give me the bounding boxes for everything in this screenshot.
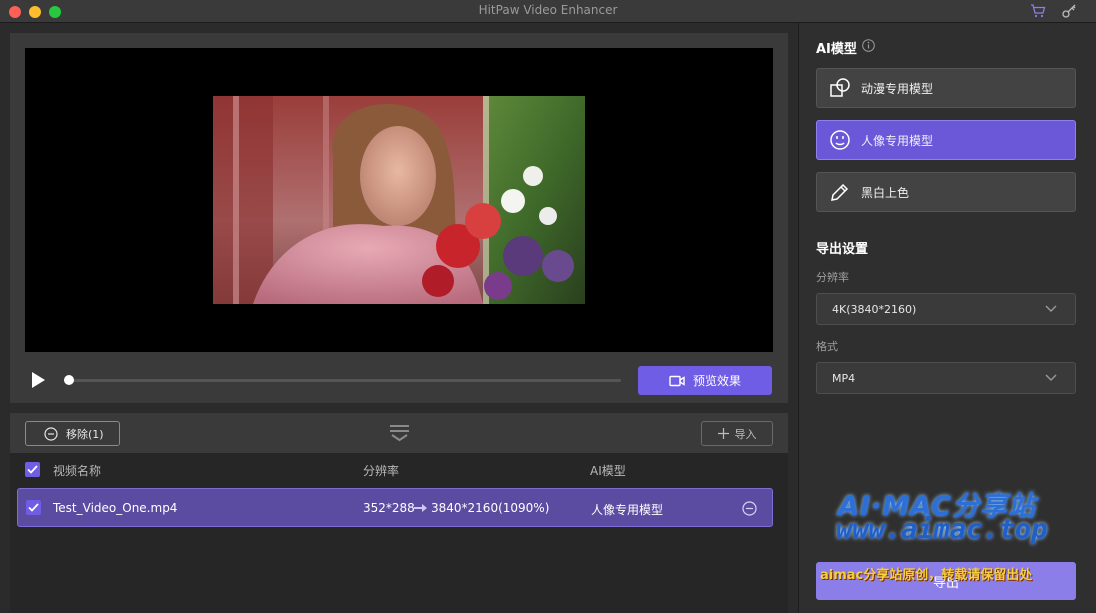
main-panel: 预览效果 移除(1) 导入 视频名称 分辨率 AI模型 Test_Video_O… xyxy=(0,23,798,613)
row-ai-model: 人像专用模型 xyxy=(591,503,664,517)
list-toolbar: 移除(1) 导入 xyxy=(10,413,788,453)
portrait-model-label: 人像专用模型 xyxy=(861,133,934,148)
chevron-down-icon xyxy=(1045,305,1057,312)
column-header-model: AI模型 xyxy=(590,464,626,478)
progress-handle[interactable] xyxy=(64,375,74,385)
import-label: 导入 xyxy=(734,427,757,441)
preview-panel: 预览效果 xyxy=(10,33,788,403)
preview-effect-button[interactable]: 预览效果 xyxy=(638,366,772,395)
row-checkbox[interactable] xyxy=(26,500,41,515)
resolution-label: 分辨率 xyxy=(816,271,849,284)
title-bar: HitPaw Video Enhancer xyxy=(0,0,1096,23)
portrait-model-button[interactable]: 人像专用模型 xyxy=(816,120,1076,160)
column-header-name: 视频名称 xyxy=(53,464,102,478)
video-frame-image xyxy=(213,96,585,304)
column-header-resolution: 分辨率 xyxy=(363,464,400,478)
info-icon[interactable] xyxy=(862,39,875,52)
target-resolution: 3840*2160(1090%) xyxy=(431,501,550,515)
window-title: HitPaw Video Enhancer xyxy=(478,3,618,17)
watermark-band: aimac分享站原创，转载请保留出处 xyxy=(820,568,1033,583)
remove-row-icon[interactable] xyxy=(742,501,757,516)
export-settings-title: 导出设置 xyxy=(816,242,869,257)
camera-icon xyxy=(669,375,685,386)
remove-button[interactable]: 移除(1) xyxy=(25,421,120,446)
remove-label: 移除(1) xyxy=(66,427,104,441)
plus-icon xyxy=(717,428,729,439)
source-resolution: 352*288 xyxy=(363,501,415,515)
anime-model-button[interactable]: 动漫专用模型 xyxy=(816,68,1076,108)
video-name: Test_Video_One.mp4 xyxy=(53,501,178,515)
colorize-icon xyxy=(831,183,849,201)
video-frame xyxy=(213,96,585,304)
check-icon xyxy=(28,503,39,512)
anime-model-icon xyxy=(830,78,850,97)
format-label: 格式 xyxy=(816,340,838,353)
preview-effect-label: 预览效果 xyxy=(692,374,741,388)
format-value: MP4 xyxy=(832,371,856,385)
video-viewport xyxy=(25,48,773,352)
watermark-url: www.aimac.top xyxy=(836,514,1048,545)
colorize-label: 黑白上色 xyxy=(861,185,910,200)
collapse-list-icon[interactable] xyxy=(389,424,410,442)
import-button[interactable]: 导入 xyxy=(701,421,773,446)
resolution-select[interactable]: 4K(3840*2160) xyxy=(816,293,1076,325)
ai-model-title: AI模型 xyxy=(816,42,857,57)
cart-icon[interactable] xyxy=(1030,3,1046,19)
key-icon[interactable] xyxy=(1061,3,1077,19)
chevron-down-icon xyxy=(1045,374,1057,381)
colorize-button[interactable]: 黑白上色 xyxy=(816,172,1076,212)
select-all-checkbox[interactable] xyxy=(25,462,40,477)
arrow-right-icon xyxy=(414,504,427,512)
format-select[interactable]: MP4 xyxy=(816,362,1076,394)
progress-track[interactable] xyxy=(70,379,621,382)
portrait-model-icon xyxy=(830,130,850,150)
play-icon[interactable] xyxy=(29,371,47,389)
table-row[interactable]: Test_Video_One.mp4 352*288 3840*2160(109… xyxy=(17,488,773,527)
video-list-panel: 移除(1) 导入 视频名称 分辨率 AI模型 Test_Video_One.mp… xyxy=(10,413,788,613)
resolution-value: 4K(3840*2160) xyxy=(832,302,917,316)
minus-circle-icon xyxy=(44,426,58,441)
check-icon xyxy=(27,465,38,474)
anime-model-label: 动漫专用模型 xyxy=(861,81,934,96)
